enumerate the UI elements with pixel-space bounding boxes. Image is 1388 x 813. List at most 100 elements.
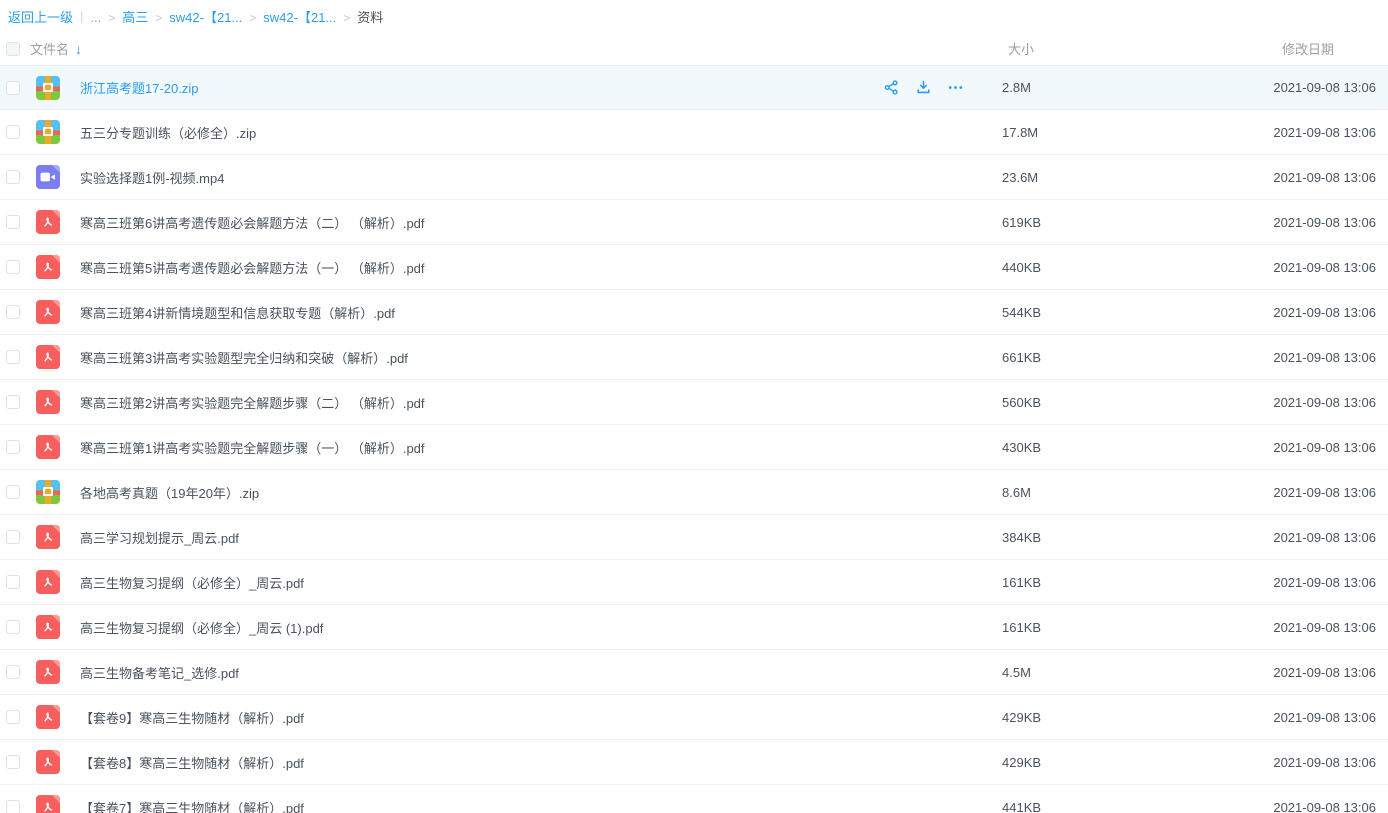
file-manager-page: 返回上一级 | ...>高三>sw42-【21...>sw42-【21...>资… — [0, 0, 1388, 813]
file-name-link[interactable]: 寒高三班第3讲高考实验题型完全归纳和突破（解析）.pdf — [80, 348, 1002, 367]
pdf-file-icon — [36, 255, 60, 279]
row-checkbox[interactable] — [6, 710, 20, 724]
file-size: 17.8M — [1002, 125, 1088, 140]
select-all-cell — [0, 42, 30, 56]
file-name-link[interactable]: 【套卷7】寒高三生物随材（解析）.pdf — [80, 798, 1002, 813]
breadcrumb-pipe: | — [80, 9, 83, 24]
table-row[interactable]: 寒高三班第1讲高考实验题完全解题步骤（一） （解析）.pdf 430KB 202… — [0, 425, 1388, 470]
row-checkbox[interactable] — [6, 350, 20, 364]
file-modified-date: 2021-09-08 13:06 — [1088, 350, 1388, 365]
table-row[interactable]: 高三学习规划提示_周云.pdf 384KB 2021-09-08 13:06 — [0, 515, 1388, 560]
breadcrumb-separator: > — [343, 11, 350, 25]
row-checkbox[interactable] — [6, 440, 20, 454]
file-modified-date: 2021-09-08 13:06 — [1088, 485, 1388, 500]
row-checkbox[interactable] — [6, 81, 20, 95]
file-name-link[interactable]: 【套卷9】寒高三生物随材（解析）.pdf — [80, 708, 1002, 727]
more-icon[interactable] — [946, 79, 964, 97]
file-size: 161KB — [1002, 575, 1088, 590]
file-size: 440KB — [1002, 260, 1088, 275]
column-name-label: 文件名 — [30, 39, 69, 58]
file-modified-date: 2021-09-08 13:06 — [1088, 260, 1388, 275]
breadcrumb-item[interactable]: 高三 — [122, 10, 148, 25]
pdf-file-icon — [36, 300, 60, 324]
pdf-file-icon — [36, 435, 60, 459]
file-modified-date: 2021-09-08 13:06 — [1088, 710, 1388, 725]
table-row[interactable]: 寒高三班第6讲高考遗传题必会解题方法（二） （解析）.pdf 619KB 202… — [0, 200, 1388, 245]
file-name-link[interactable]: 高三生物复习提纲（必修全）_周云.pdf — [80, 573, 1002, 592]
file-name-link[interactable]: 实验选择题1例-视频.mp4 — [80, 168, 1002, 187]
file-name-link[interactable]: 寒高三班第1讲高考实验题完全解题步骤（一） （解析）.pdf — [80, 438, 1002, 457]
file-name-link[interactable]: 寒高三班第4讲新情境题型和信息获取专题（解析）.pdf — [80, 303, 1002, 322]
file-size: 560KB — [1002, 395, 1088, 410]
row-checkbox[interactable] — [6, 575, 20, 589]
column-header-name[interactable]: 文件名 ↓ — [30, 39, 82, 58]
file-name-link[interactable]: 高三生物复习提纲（必修全）_周云 (1).pdf — [80, 618, 1002, 637]
file-name-link[interactable]: 高三生物备考笔记_选修.pdf — [80, 663, 1002, 682]
row-checkbox[interactable] — [6, 305, 20, 319]
row-checkbox[interactable] — [6, 395, 20, 409]
share-icon[interactable] — [882, 79, 900, 97]
file-name-link[interactable]: 【套卷8】寒高三生物随材（解析）.pdf — [80, 753, 1002, 772]
file-name-link[interactable]: 寒高三班第5讲高考遗传题必会解题方法（一） （解析）.pdf — [80, 258, 1002, 277]
table-row[interactable]: 寒高三班第3讲高考实验题型完全归纳和突破（解析）.pdf 661KB 2021-… — [0, 335, 1388, 380]
file-name-link[interactable]: 高三学习规划提示_周云.pdf — [80, 528, 1002, 547]
file-size: 544KB — [1002, 305, 1088, 320]
row-checkbox[interactable] — [6, 170, 20, 184]
row-checkbox[interactable] — [6, 485, 20, 499]
file-modified-date: 2021-09-08 13:06 — [1088, 215, 1388, 230]
table-row[interactable]: 寒高三班第5讲高考遗传题必会解题方法（一） （解析）.pdf 440KB 202… — [0, 245, 1388, 290]
column-header-size[interactable]: 大小 — [1008, 39, 1034, 58]
file-modified-date: 2021-09-08 13:06 — [1088, 80, 1388, 95]
file-size: 429KB — [1002, 755, 1088, 770]
row-checkbox[interactable] — [6, 665, 20, 679]
row-checkbox[interactable] — [6, 620, 20, 634]
table-row[interactable]: 实验选择题1例-视频.mp4 23.6M 2021-09-08 13:06 — [0, 155, 1388, 200]
column-header-modified[interactable]: 修改日期 — [1282, 39, 1334, 58]
breadcrumb-item: ... — [90, 10, 101, 25]
row-actions — [882, 79, 1002, 97]
file-name-link[interactable]: 寒高三班第2讲高考实验题完全解题步骤（二） （解析）.pdf — [80, 393, 1002, 412]
table-row[interactable]: 寒高三班第4讲新情境题型和信息获取专题（解析）.pdf 544KB 2021-0… — [0, 290, 1388, 335]
table-row[interactable]: 各地高考真题（19年20年）.zip 8.6M 2021-09-08 13:06 — [0, 470, 1388, 515]
zip-file-icon — [36, 120, 60, 144]
file-modified-date: 2021-09-08 13:06 — [1088, 665, 1388, 680]
file-modified-date: 2021-09-08 13:06 — [1088, 575, 1388, 590]
row-checkbox[interactable] — [6, 800, 20, 813]
file-name-link[interactable]: 浙江高考题17-20.zip — [80, 78, 882, 97]
zip-file-icon — [36, 76, 60, 100]
sort-desc-icon[interactable]: ↓ — [75, 41, 82, 57]
file-modified-date: 2021-09-08 13:06 — [1088, 800, 1388, 813]
row-checkbox[interactable] — [6, 125, 20, 139]
row-checkbox[interactable] — [6, 260, 20, 274]
table-row[interactable]: 【套卷7】寒高三生物随材（解析）.pdf 441KB 2021-09-08 13… — [0, 785, 1388, 813]
table-row[interactable]: 【套卷8】寒高三生物随材（解析）.pdf 429KB 2021-09-08 13… — [0, 740, 1388, 785]
table-row[interactable]: 五三分专题训练（必修全）.zip 17.8M 2021-09-08 13:06 — [0, 110, 1388, 155]
table-row[interactable]: 高三生物复习提纲（必修全）_周云 (1).pdf 161KB 2021-09-0… — [0, 605, 1388, 650]
file-list: 浙江高考题17-20.zip 2.8M 2021-09-08 13:06 — [0, 65, 1388, 813]
pdf-file-icon — [36, 795, 60, 813]
file-size: 619KB — [1002, 215, 1088, 230]
file-modified-date: 2021-09-08 13:06 — [1088, 170, 1388, 185]
table-row[interactable]: 高三生物备考笔记_选修.pdf 4.5M 2021-09-08 13:06 — [0, 650, 1388, 695]
file-size: 384KB — [1002, 530, 1088, 545]
file-size: 429KB — [1002, 710, 1088, 725]
breadcrumb-items: ...>高三>sw42-【21...>sw42-【21...>资料 — [90, 7, 383, 26]
download-icon[interactable] — [914, 79, 932, 97]
table-row[interactable]: 高三生物复习提纲（必修全）_周云.pdf 161KB 2021-09-08 13… — [0, 560, 1388, 605]
breadcrumb-item[interactable]: sw42-【21... — [263, 10, 336, 25]
breadcrumb-item[interactable]: sw42-【21... — [169, 10, 242, 25]
select-all-checkbox[interactable] — [6, 42, 20, 56]
file-name-link[interactable]: 各地高考真题（19年20年）.zip — [80, 483, 1002, 502]
pdf-file-icon — [36, 750, 60, 774]
file-name-link[interactable]: 五三分专题训练（必修全）.zip — [80, 123, 1002, 142]
table-row[interactable]: 【套卷9】寒高三生物随材（解析）.pdf 429KB 2021-09-08 13… — [0, 695, 1388, 740]
row-checkbox[interactable] — [6, 530, 20, 544]
table-row[interactable]: 寒高三班第2讲高考实验题完全解题步骤（二） （解析）.pdf 560KB 202… — [0, 380, 1388, 425]
pdf-file-icon — [36, 390, 60, 414]
file-name-link[interactable]: 寒高三班第6讲高考遗传题必会解题方法（二） （解析）.pdf — [80, 213, 1002, 232]
back-up-link[interactable]: 返回上一级 — [8, 7, 73, 26]
row-checkbox[interactable] — [6, 755, 20, 769]
zip-file-icon — [36, 480, 60, 504]
table-row[interactable]: 浙江高考题17-20.zip 2.8M 2021-09-08 13:06 — [0, 65, 1388, 110]
row-checkbox[interactable] — [6, 215, 20, 229]
